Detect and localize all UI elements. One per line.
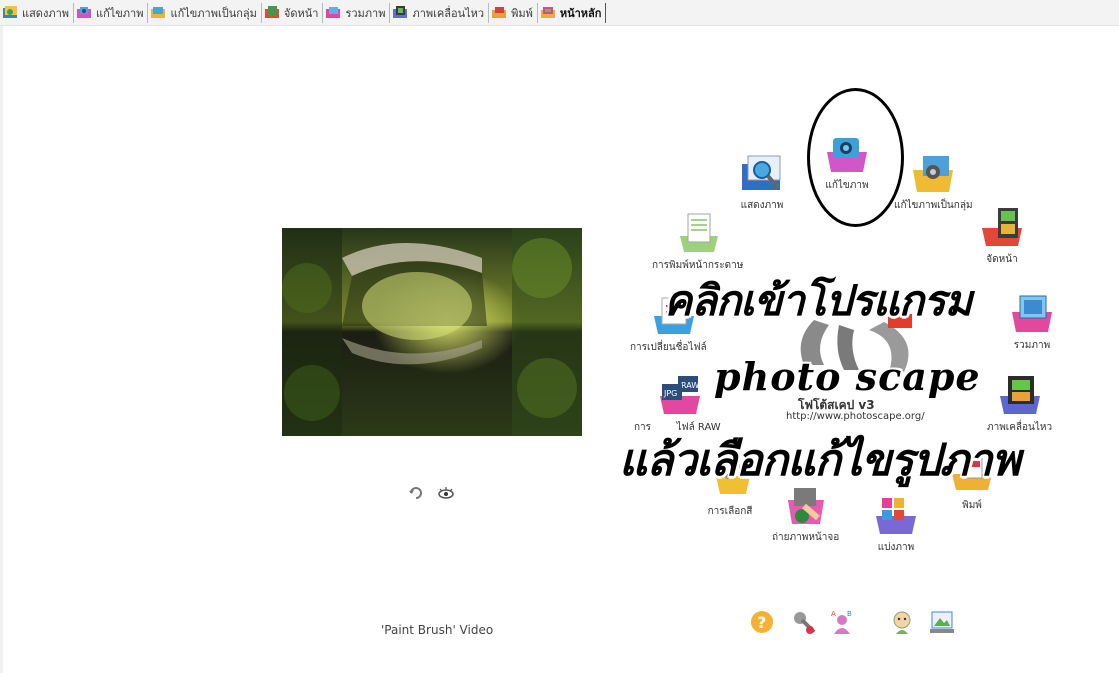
launcher-paper-print[interactable]: การพิมพ์หน้ากระดาษ bbox=[652, 212, 743, 273]
launcher-label: รวมภาพ bbox=[1013, 340, 1051, 351]
paper-print-icon bbox=[674, 212, 722, 256]
launcher-label: แสดงภาพ bbox=[740, 200, 784, 211]
svg-text:?: ? bbox=[757, 613, 766, 632]
animated-gif-icon bbox=[996, 374, 1044, 418]
rotate-icon[interactable] bbox=[407, 485, 425, 501]
instruction-line-3: แล้วเลือกแก้ไขรูปภาพ bbox=[619, 435, 1021, 486]
view-eye-icon[interactable] bbox=[437, 485, 455, 501]
launcher-batch-editor[interactable]: แก้ไขภาพเป็นกลุ่ม bbox=[894, 152, 973, 213]
batch-editor-icon bbox=[909, 152, 957, 196]
tab-page[interactable]: จัดหน้า bbox=[262, 2, 324, 23]
tab-label: จัดหน้า bbox=[283, 6, 319, 20]
tab-viewer[interactable]: แสดงภาพ bbox=[0, 2, 74, 23]
tab-label: แก้ไขภาพเป็นกลุ่ม bbox=[170, 6, 257, 20]
tab-label: แสดงภาพ bbox=[22, 6, 69, 20]
photo-caption[interactable]: 'Paint Brush' Video bbox=[381, 623, 493, 637]
print-icon bbox=[491, 5, 508, 20]
tab-animated-gif[interactable]: ภาพเคลื่อนไหว bbox=[390, 2, 490, 23]
tab-label: หน้าหลัก bbox=[559, 6, 602, 20]
sample-photo bbox=[282, 228, 582, 436]
launcher-label: ถ่ายภาพหน้าจอ bbox=[772, 532, 840, 543]
left-frame-border bbox=[0, 26, 3, 673]
launcher-page[interactable]: จัดหน้า bbox=[978, 206, 1026, 267]
svg-text:B: B bbox=[847, 610, 852, 618]
tab-home[interactable]: หน้าหลัก bbox=[538, 2, 607, 23]
launcher-label: แก้ไขภาพเป็นกลุ่ม bbox=[894, 200, 973, 211]
page-icon bbox=[264, 5, 281, 20]
launcher-label: พิมพ์ bbox=[962, 500, 982, 511]
tab-print[interactable]: พิมพ์ bbox=[489, 2, 538, 23]
combine-icon bbox=[1008, 292, 1056, 336]
bottom-tools: ? AB bbox=[748, 608, 963, 638]
viewer-icon bbox=[738, 152, 786, 196]
viewer-icon bbox=[2, 5, 19, 20]
home-icon bbox=[540, 5, 557, 20]
editor-icon bbox=[76, 5, 93, 20]
tab-batch-editor[interactable]: แก้ไขภาพเป็นกลุ่ม bbox=[148, 2, 262, 23]
tab-label: พิมพ์ bbox=[511, 6, 533, 20]
tab-combine[interactable]: รวมภาพ bbox=[323, 2, 391, 23]
page-icon bbox=[978, 206, 1026, 250]
animated-gif-icon bbox=[392, 5, 409, 20]
settings-wrench-icon[interactable] bbox=[790, 608, 818, 636]
tab-label: ภาพเคลื่อนไหว bbox=[412, 6, 485, 20]
svg-text:RAW: RAW bbox=[681, 381, 699, 390]
app-url-link[interactable]: http://www.photoscape.org/ bbox=[786, 411, 925, 422]
tab-editor[interactable]: แก้ไขภาพ bbox=[74, 2, 149, 23]
launcher-combine[interactable]: รวมภาพ bbox=[1008, 292, 1056, 353]
highlight-circle bbox=[807, 88, 904, 227]
tab-label: แก้ไขภาพ bbox=[96, 6, 144, 20]
launcher-splitter[interactable]: แบ่งภาพ bbox=[872, 494, 920, 555]
tab-label: รวมภาพ bbox=[345, 6, 386, 20]
instruction-line-2: photo scape bbox=[714, 354, 981, 399]
splitter-icon bbox=[872, 494, 920, 538]
launcher-label: การเลือกสี bbox=[707, 506, 753, 517]
launcher-label: จัดหน้า bbox=[986, 254, 1018, 265]
help-icon[interactable]: ? bbox=[748, 608, 776, 636]
tab-bar: แสดงภาพ แก้ไขภาพ แก้ไขภาพเป็นกลุ่ม จัดหน… bbox=[0, 0, 1119, 26]
slideshow-icon[interactable] bbox=[928, 608, 956, 636]
svg-text:A: A bbox=[831, 610, 836, 618]
raw-converter-icon: RAW JPG bbox=[656, 374, 704, 418]
photo-tools bbox=[407, 485, 455, 501]
launcher-viewer[interactable]: แสดงภาพ bbox=[738, 152, 786, 213]
instruction-line-1: คลิกเข้าโปรแกรม bbox=[664, 276, 972, 325]
launcher-label: แบ่งภาพ bbox=[877, 542, 915, 553]
batch-editor-icon bbox=[150, 5, 167, 20]
svg-text:JPG: JPG bbox=[663, 389, 677, 398]
user-face-icon[interactable] bbox=[888, 608, 916, 636]
launcher-label: การเปลี่ยนชื่อไฟล์ bbox=[630, 342, 707, 353]
language-icon[interactable]: AB bbox=[828, 608, 856, 636]
combine-icon bbox=[325, 5, 342, 20]
